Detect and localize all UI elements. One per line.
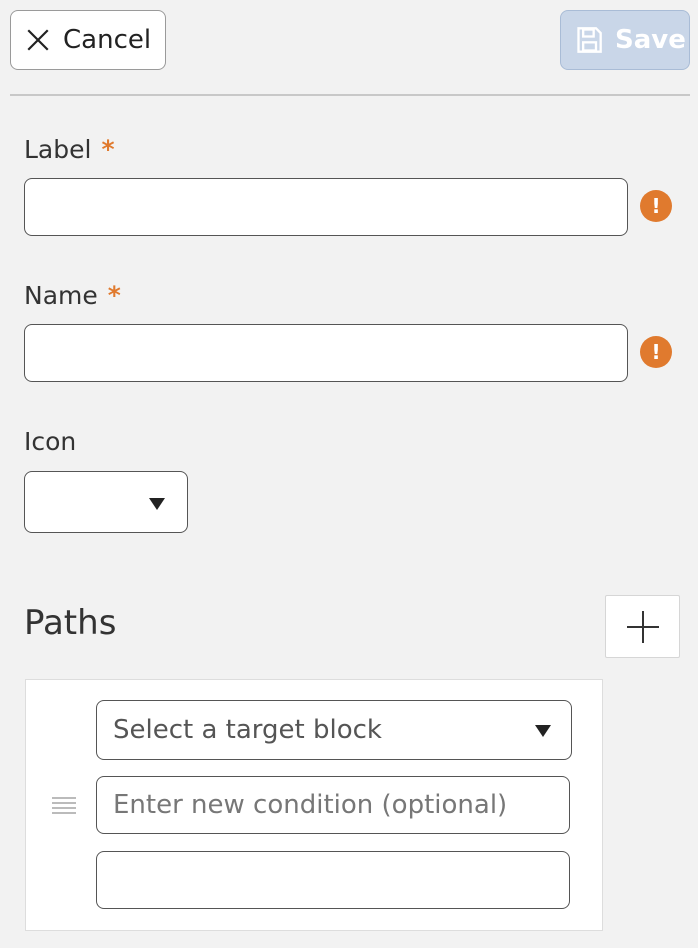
plus-icon [626,610,659,643]
condition-input[interactable] [96,776,570,834]
toolbar: Cancel Save [0,0,698,96]
label-warning-icon: ! [640,190,672,222]
target-block-placeholder: Select a target block [113,715,382,745]
save-button[interactable]: Save [560,10,690,70]
name-field-label: Name * [24,281,121,310]
label-field-label: Label * [24,135,115,164]
chevron-down-icon [535,725,551,737]
name-warning-icon: ! [640,336,672,368]
path-extra-input[interactable] [96,851,570,909]
cancel-button[interactable]: Cancel [10,10,166,70]
icon-select[interactable] [24,471,188,533]
name-input[interactable] [24,324,628,382]
add-path-button[interactable] [605,595,680,658]
save-icon [577,27,602,53]
required-mark: * [101,135,115,164]
toolbar-divider [10,94,690,96]
required-mark: * [107,281,121,310]
paths-title: Paths [24,603,117,643]
label-input[interactable] [24,178,628,236]
chevron-down-icon [149,498,165,510]
target-block-select[interactable]: Select a target block [96,700,572,760]
cancel-label: Cancel [63,25,152,55]
drag-handle-icon[interactable] [52,797,76,814]
icon-field-label: Icon [24,427,77,456]
close-icon [27,29,49,51]
save-label: Save [615,25,686,55]
